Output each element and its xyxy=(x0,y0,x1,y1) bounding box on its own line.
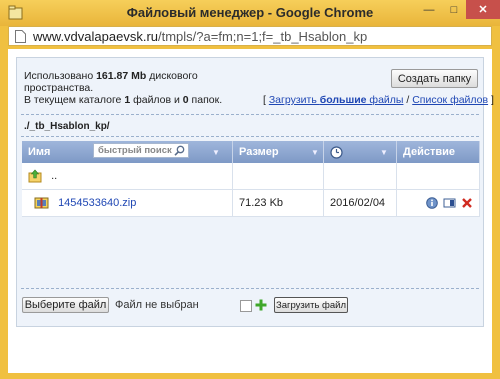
file-manager-panel: Использовано 161.87 Mb дискового простра… xyxy=(16,57,494,327)
sort-arrow-icon[interactable]: ▼ xyxy=(212,148,220,157)
links-separator: / xyxy=(403,94,413,106)
page-content: Использовано 161.87 Mb дискового простра… xyxy=(8,49,494,373)
upload-link-prefix: Загрузить xyxy=(268,94,320,106)
file-size: 71.23 Kb xyxy=(232,189,324,217)
url-path: /tmpls/?a=fm;n=1;f=_tb_Hsablon_kp xyxy=(158,29,368,44)
minimize-button[interactable]: — xyxy=(416,0,442,19)
disk-usage-line-2: пространства. xyxy=(24,82,94,94)
current-path: ./_tb_Hsablon_kp/ xyxy=(24,121,110,132)
divider xyxy=(21,114,479,115)
file-name-cell[interactable]: 1454533640.zip xyxy=(22,189,233,217)
page-icon xyxy=(15,30,26,43)
column-name-label: Имя xyxy=(28,146,51,158)
title-bar: Файловый менеджер - Google Chrome — □ ✕ xyxy=(0,0,500,26)
links-close-bracket: ] xyxy=(488,94,494,106)
add-file-icon[interactable] xyxy=(255,299,267,311)
edit-icon[interactable] xyxy=(443,197,456,209)
upload-file-button[interactable]: Загрузить файл xyxy=(274,297,348,313)
disk-usage-suffix: дискового xyxy=(146,70,198,82)
disk-usage-line: Использовано 161.87 Mb дискового xyxy=(24,70,198,82)
create-folder-button[interactable]: Создать папку xyxy=(391,69,478,88)
parent-dir-cell[interactable]: .. xyxy=(22,163,233,190)
upload-large-files-link[interactable]: Загрузить большие файлы xyxy=(269,94,404,106)
sort-arrow-icon[interactable]: ▼ xyxy=(380,148,388,157)
search-icon[interactable] xyxy=(174,145,185,156)
upload-link-bold: большие xyxy=(319,94,367,106)
clock-icon xyxy=(330,145,343,159)
choose-file-button[interactable]: Выберите файл xyxy=(22,297,109,313)
table-cell xyxy=(323,163,397,190)
column-date-header[interactable]: ▼ xyxy=(323,141,397,163)
info-icon[interactable] xyxy=(426,197,438,209)
disk-usage-prefix: Использовано xyxy=(24,70,97,82)
quick-search-placeholder: быстрый поиск xyxy=(98,145,172,156)
zip-file-icon xyxy=(34,197,49,209)
disk-usage-value: 161.87 Mb xyxy=(96,70,147,82)
divider xyxy=(21,288,479,289)
table-row[interactable]: 1454533640.zip 71.23 Kb 2016/02/04 xyxy=(22,189,480,217)
file-date: 2016/02/04 xyxy=(323,189,397,217)
table-cell xyxy=(232,163,324,190)
delete-icon[interactable] xyxy=(461,197,473,209)
sort-arrow-icon[interactable]: ▼ xyxy=(311,148,319,157)
column-size-header[interactable]: Размер ▼ xyxy=(232,141,324,163)
directory-count-line: В текущем каталоге 1 файлов и 0 папок. xyxy=(24,94,222,106)
upload-row: Выберите файл Файл не выбран Загрузить ф… xyxy=(22,294,482,318)
files-word: файлов и xyxy=(130,94,183,106)
folders-word: папок. xyxy=(188,94,223,106)
upload-links: [ Загрузить большие файлы / Список файло… xyxy=(263,94,494,106)
address-bar[interactable]: www.vdvalapaevsk.ru/tmpls/?a=fm;n=1;f=_t… xyxy=(8,26,492,46)
close-window-button[interactable]: ✕ xyxy=(466,0,500,19)
parent-dir-label: .. xyxy=(51,169,58,182)
up-folder-icon xyxy=(28,169,42,183)
table-header-row: Имя быстрый поиск ▼ Размер ▼ ▼ Действие xyxy=(22,141,480,163)
column-name-header[interactable]: Имя быстрый поиск ▼ xyxy=(22,141,233,163)
upload-checkbox[interactable] xyxy=(240,300,252,312)
parent-dir-row[interactable]: .. xyxy=(22,163,480,190)
column-action-header: Действие xyxy=(396,141,480,163)
file-name[interactable]: 1454533640.zip xyxy=(58,197,136,209)
file-actions-cell xyxy=(396,189,480,217)
column-action-label: Действие xyxy=(403,146,455,158)
dir-count-prefix: В текущем каталоге xyxy=(24,94,125,106)
url-domain: www.vdvalapaevsk.ru xyxy=(33,29,158,44)
column-size-label: Размер xyxy=(239,146,279,158)
maximize-button[interactable]: □ xyxy=(442,0,466,19)
quick-search-input[interactable]: быстрый поиск xyxy=(93,143,189,158)
no-file-chosen-text: Файл не выбран xyxy=(115,299,199,311)
file-list-link[interactable]: Список файлов xyxy=(412,94,488,106)
file-table: Имя быстрый поиск ▼ Размер ▼ ▼ Действие … xyxy=(22,141,480,217)
upload-link-suffix: файлы xyxy=(366,94,404,106)
table-cell xyxy=(396,163,480,190)
divider xyxy=(21,136,479,137)
url-text[interactable]: www.vdvalapaevsk.ru/tmpls/?a=fm;n=1;f=_t… xyxy=(33,29,367,44)
